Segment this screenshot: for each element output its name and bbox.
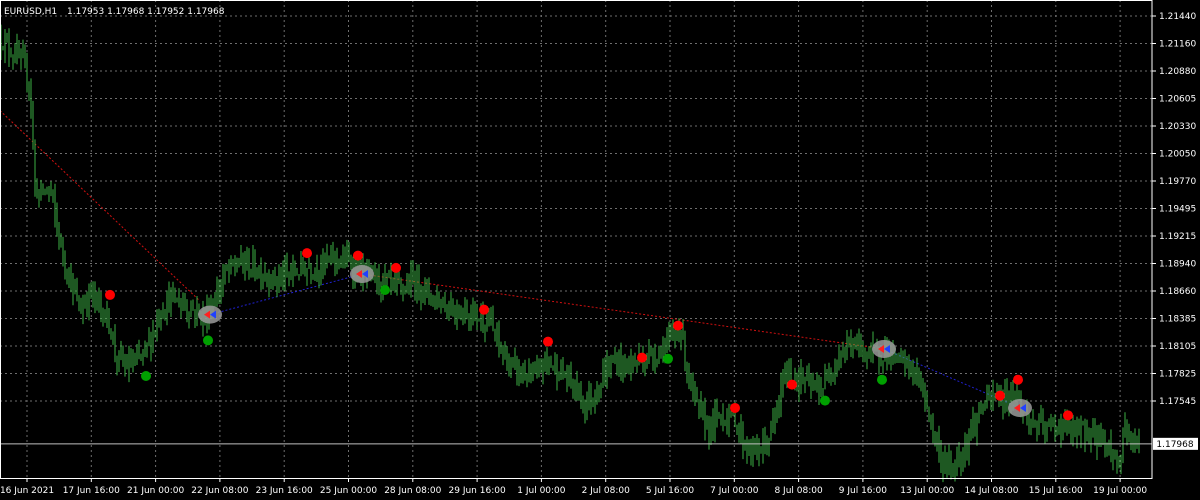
x-tick-label: 15 Jul 16:00 (1029, 486, 1083, 496)
red-signal-dot (1063, 410, 1073, 421)
x-tick-label: 29 Jun 16:00 (449, 486, 506, 496)
x-tick-label: 7 Jul 00:00 (710, 486, 759, 496)
ohlc-label: 1.17953 1.17968 1.17952 1.17968 (67, 7, 225, 17)
x-tick-label: 25 Jun 00:00 (320, 486, 377, 496)
green-signal-dot (877, 374, 887, 385)
chart-background (0, 0, 1200, 500)
x-tick-label: 16 Jun 2021 (0, 486, 54, 496)
x-tick-label: 1 Jul 00:00 (517, 486, 566, 496)
y-tick-label: 1.19770 (1159, 177, 1196, 187)
x-tick-label: 2 Jul 08:00 (582, 486, 631, 496)
y-tick-label: 1.20605 (1159, 95, 1196, 105)
y-tick-label: 1.21440 (1159, 12, 1196, 22)
red-signal-dot (637, 352, 647, 363)
current-price-value: 1.17968 (1156, 440, 1193, 450)
green-signal-dot (380, 284, 390, 295)
x-tick-label: 8 Jul 08:00 (774, 486, 823, 496)
x-tick-label: 22 Jun 08:00 (191, 486, 248, 496)
x-tick-label: 17 Jun 16:00 (63, 486, 120, 496)
y-tick-label: 1.20330 (1159, 122, 1196, 132)
green-signal-dot (820, 395, 830, 406)
symbol-label: EURUSD,H1 (4, 7, 57, 17)
green-signal-dot (663, 353, 673, 364)
price-chart[interactable]: 1.21440 1.21160 1.20880 1.20605 1.20330 1.200… (0, 0, 1200, 500)
red-signal-dot (673, 320, 683, 331)
x-tick-label: 23 Jun 16:00 (256, 486, 313, 496)
y-tick-label: 1.20050 (1159, 150, 1196, 160)
x-tick-label: 21 Jun 00:00 (127, 486, 184, 496)
x-tick-label: 28 Jun 08:00 (384, 486, 441, 496)
red-signal-dot (543, 336, 553, 347)
y-tick-label: 1.20880 (1159, 67, 1196, 77)
red-signal-dot (391, 262, 401, 273)
green-signal-dot (141, 371, 151, 382)
red-signal-dot (995, 390, 1005, 401)
y-tick-label: 1.21160 (1159, 40, 1196, 50)
y-tick-label: 1.19495 (1159, 205, 1196, 215)
x-tick-label: 5 Jul 16:00 (646, 486, 695, 496)
red-signal-dot (105, 289, 115, 300)
red-signal-dot (1013, 374, 1023, 385)
y-tick-label: 1.18105 (1159, 342, 1196, 352)
y-tick-label: 1.18660 (1159, 287, 1196, 297)
x-tick-label: 14 Jul 08:00 (965, 486, 1019, 496)
y-tick-label: 1.17545 (1159, 397, 1196, 407)
red-signal-dot (479, 304, 489, 315)
red-signal-dot (730, 402, 740, 413)
chart-title: EURUSD,H1 1.17953 1.17968 1.17952 1.1796… (4, 7, 225, 17)
y-tick-label: 1.18940 (1159, 260, 1196, 270)
price-axis[interactable]: 1.21440 1.21160 1.20880 1.20605 1.20330 1.200… (1152, 12, 1196, 407)
red-signal-dot (353, 250, 363, 261)
red-signal-dot (787, 379, 797, 390)
y-tick-label: 1.18385 (1159, 315, 1196, 325)
y-tick-label: 1.17825 (1159, 370, 1196, 380)
green-signal-dot (203, 335, 213, 346)
x-tick-label: 19 Jul 00:00 (1093, 486, 1147, 496)
current-price-label: 1.17968 (1153, 437, 1198, 450)
x-tick-label: 9 Jul 16:00 (839, 486, 888, 496)
y-tick-label: 1.19215 (1159, 232, 1196, 242)
red-signal-dot (302, 248, 312, 259)
x-tick-label: 13 Jul 00:00 (900, 486, 954, 496)
